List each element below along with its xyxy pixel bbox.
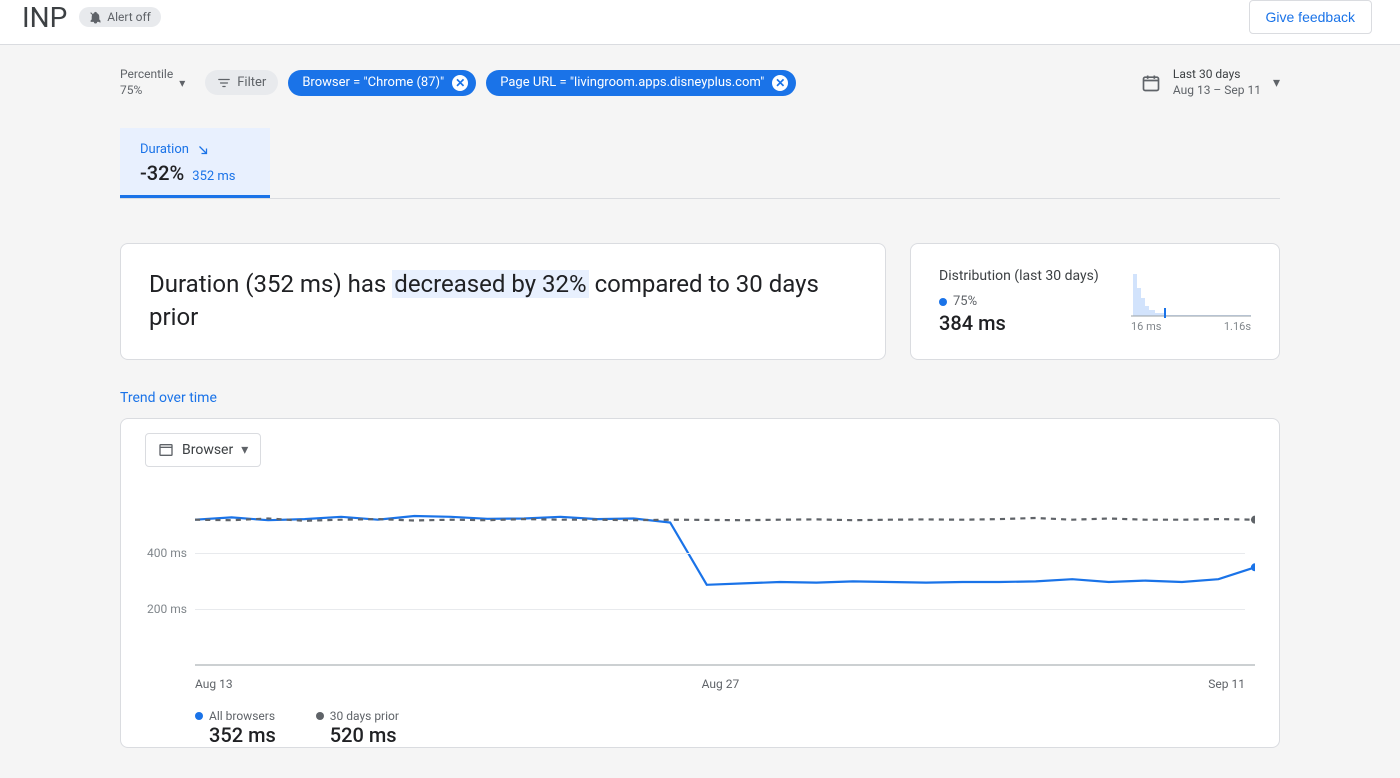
filter-button[interactable]: Filter bbox=[205, 70, 278, 95]
browser-dropdown-label: Browser bbox=[182, 442, 233, 458]
tab-label: Duration bbox=[140, 142, 189, 157]
alert-off-chip[interactable]: Alert off bbox=[79, 7, 161, 27]
summary-highlight: decreased by 32% bbox=[392, 270, 588, 298]
distribution-axis-min: 16 ms bbox=[1131, 320, 1161, 333]
dot-icon bbox=[316, 712, 324, 720]
trend-legend: All browsers 352 ms 30 days prior 520 ms bbox=[195, 709, 1255, 747]
distribution-chart: 16 ms 1.16s bbox=[1131, 268, 1251, 335]
chip-label: Browser = "Chrome (87)" bbox=[302, 75, 444, 90]
filter-icon bbox=[217, 76, 231, 90]
distribution-pct-label: 75% bbox=[953, 294, 977, 309]
give-feedback-button[interactable]: Give feedback bbox=[1249, 0, 1373, 34]
chip-remove-icon[interactable]: ✕ bbox=[772, 75, 788, 91]
distribution-axis-max: 1.16s bbox=[1224, 320, 1251, 333]
page-title: INP bbox=[22, 1, 67, 34]
summary-text: Duration (352 ms) has decreased by 32% c… bbox=[149, 268, 857, 333]
summary-prefix: Duration (352 ms) has bbox=[149, 270, 392, 298]
y-axis-label: 200 ms bbox=[147, 602, 187, 616]
filter-chip-browser[interactable]: Browser = "Chrome (87)" ✕ bbox=[288, 70, 476, 96]
calendar-icon bbox=[1141, 73, 1161, 93]
percentile-value: 75% bbox=[120, 83, 173, 99]
y-axis-label: 400 ms bbox=[147, 546, 187, 560]
distribution-card: Distribution (last 30 days) 75% 384 ms 1… bbox=[910, 243, 1280, 360]
trend-down-icon bbox=[197, 144, 209, 156]
distribution-title: Distribution (last 30 days) bbox=[939, 268, 1099, 284]
date-range-selector[interactable]: Last 30 days Aug 13 – Sep 11 ▾ bbox=[1141, 67, 1280, 98]
tab-row: Duration -32% 352 ms bbox=[120, 128, 1280, 199]
bell-off-icon bbox=[89, 11, 102, 24]
percentile-label: Percentile bbox=[120, 67, 173, 83]
browser-dropdown[interactable]: Browser ▾ bbox=[145, 433, 261, 467]
filter-left: Percentile 75% ▾ Filter Browser = "Chrom… bbox=[120, 67, 796, 98]
date-range-value: Aug 13 – Sep 11 bbox=[1173, 83, 1261, 99]
gridline bbox=[195, 553, 1245, 554]
legend-label: All browsers bbox=[209, 709, 275, 723]
chip-label: Page URL = "livingroom.apps.disneyplus.c… bbox=[500, 75, 764, 90]
trend-section-title: Trend over time bbox=[120, 390, 1280, 406]
cards-row: Duration (352 ms) has decreased by 32% c… bbox=[120, 243, 1280, 360]
trend-chart: 400 ms 200 ms bbox=[195, 497, 1255, 667]
legend-prior: 30 days prior 520 ms bbox=[316, 709, 399, 747]
distribution-value: 384 ms bbox=[939, 311, 1099, 335]
trend-lines bbox=[195, 497, 1255, 667]
tab-percent: -32% bbox=[140, 161, 184, 185]
webpage-icon bbox=[158, 442, 174, 458]
legend-all-browsers: All browsers 352 ms bbox=[195, 709, 276, 747]
dropdown-icon: ▾ bbox=[1273, 75, 1280, 91]
legend-value: 352 ms bbox=[209, 723, 276, 747]
x-axis-label: Aug 13 bbox=[195, 677, 233, 691]
legend-label: 30 days prior bbox=[330, 709, 399, 723]
header-left: INP Alert off bbox=[22, 1, 161, 34]
alert-off-label: Alert off bbox=[107, 10, 151, 24]
percentile-selector[interactable]: Percentile 75% ▾ bbox=[120, 67, 195, 98]
dropdown-icon: ▾ bbox=[241, 442, 248, 458]
page-header: INP Alert off Give feedback bbox=[0, 0, 1400, 45]
x-axis-label: Sep 11 bbox=[1208, 677, 1245, 691]
chip-remove-icon[interactable]: ✕ bbox=[452, 75, 468, 91]
summary-card: Duration (352 ms) has decreased by 32% c… bbox=[120, 243, 886, 360]
legend-value: 520 ms bbox=[330, 723, 399, 747]
date-range-label: Last 30 days bbox=[1173, 67, 1261, 83]
dropdown-icon: ▾ bbox=[179, 76, 185, 90]
tab-duration[interactable]: Duration -32% 352 ms bbox=[120, 128, 270, 198]
filter-row: Percentile 75% ▾ Filter Browser = "Chrom… bbox=[120, 67, 1280, 98]
filter-label: Filter bbox=[237, 75, 266, 90]
filter-chip-url[interactable]: Page URL = "livingroom.apps.disneyplus.c… bbox=[486, 70, 796, 96]
dot-icon bbox=[195, 712, 203, 720]
x-axis: Aug 13 Aug 27 Sep 11 bbox=[195, 677, 1255, 691]
gridline bbox=[195, 609, 1245, 610]
tab-ms: 352 ms bbox=[192, 169, 235, 184]
dot-icon bbox=[939, 298, 947, 306]
trend-card: Browser ▾ 400 ms 200 ms Aug 13 Aug 27 Se… bbox=[120, 418, 1280, 748]
x-axis-label: Aug 27 bbox=[702, 677, 740, 691]
